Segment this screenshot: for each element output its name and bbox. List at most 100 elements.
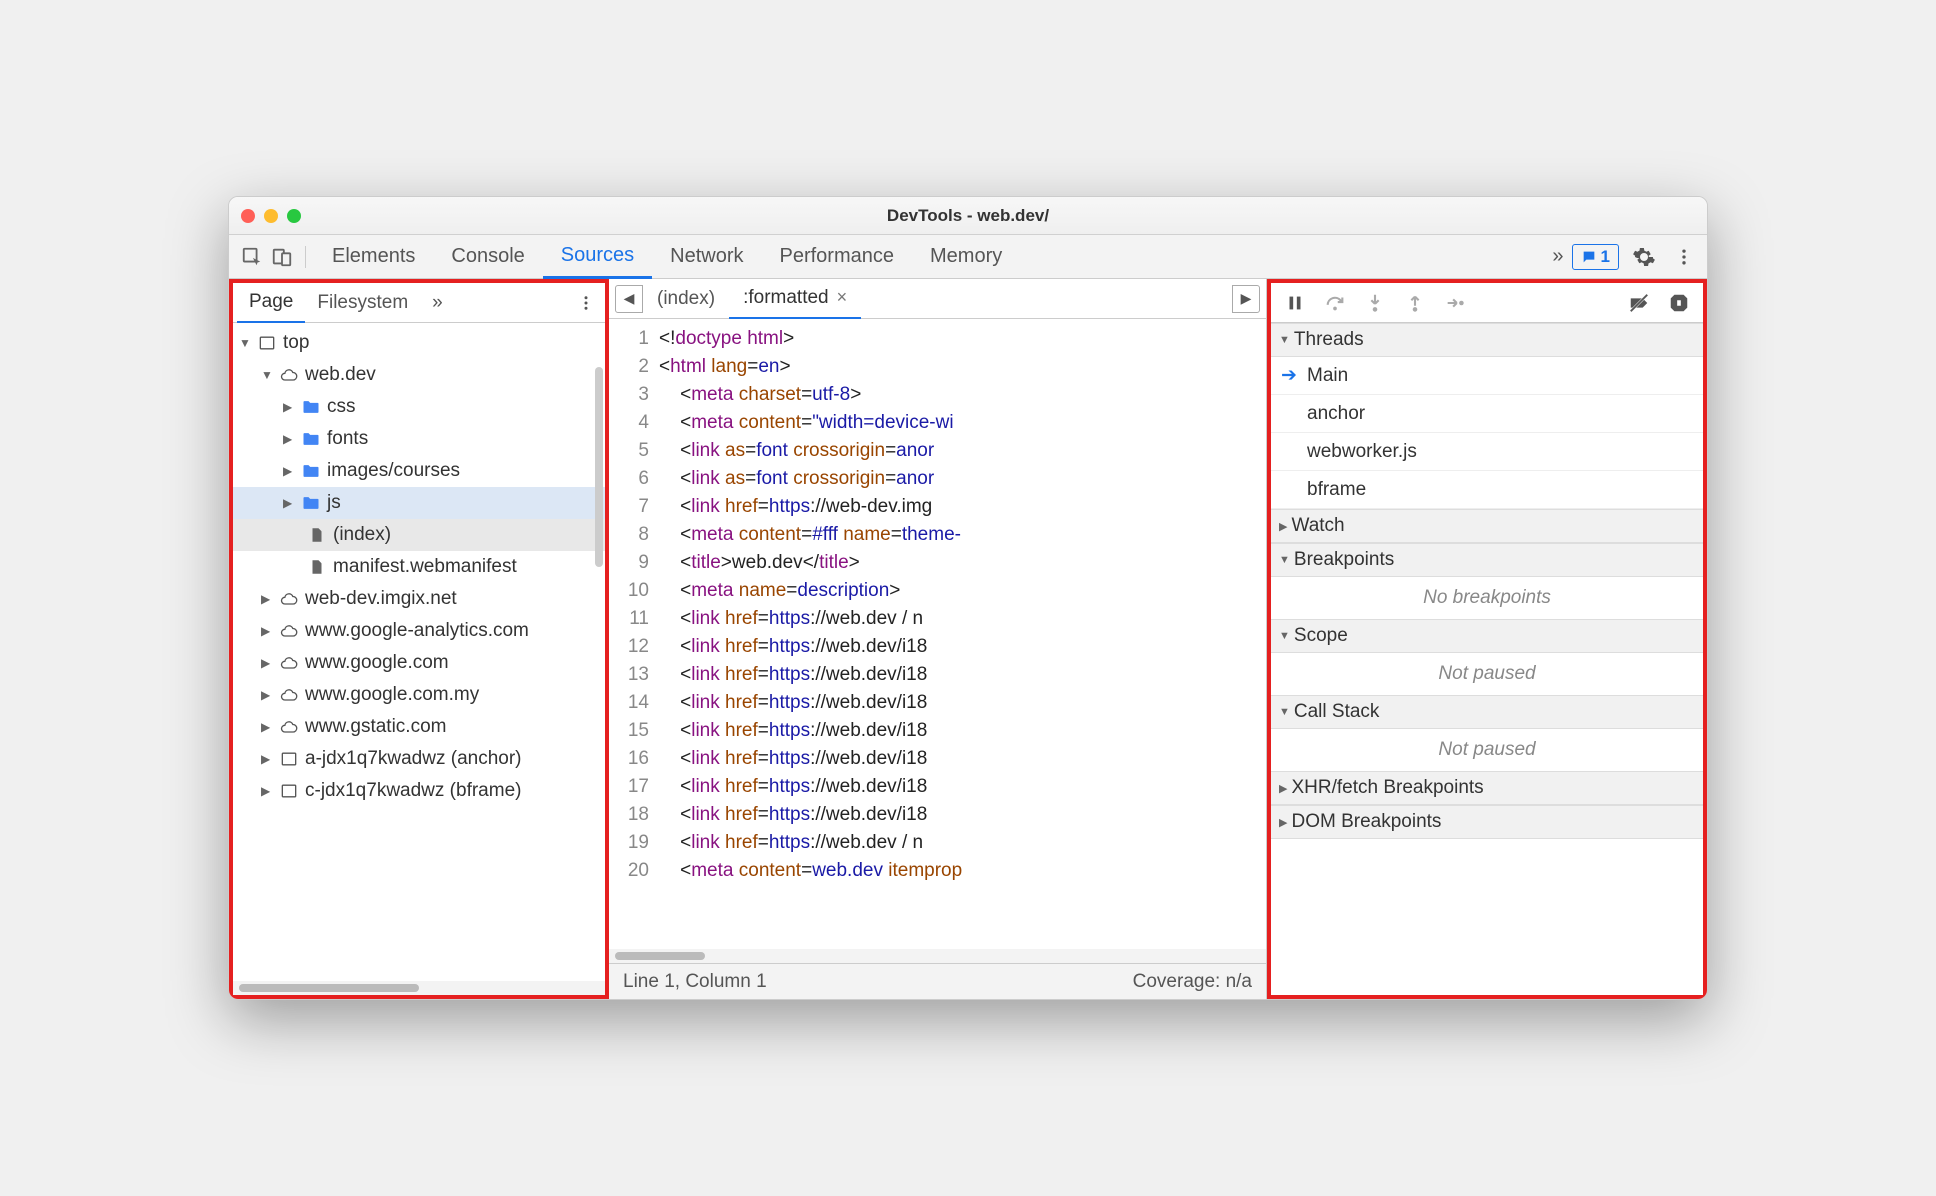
debugger-toolbar	[1271, 283, 1703, 323]
panel-tab-console[interactable]: Console	[433, 235, 542, 279]
frame-icon	[277, 749, 301, 769]
tree-item[interactable]: ▶js	[233, 487, 605, 519]
titlebar: DevTools - web.dev/	[229, 197, 1707, 235]
file-icon	[305, 525, 329, 545]
separator	[305, 246, 306, 268]
thread-item[interactable]: anchor	[1271, 395, 1703, 433]
cloud-icon	[277, 685, 301, 705]
debugger-sections: ▼Threads➔Mainanchorwebworker.jsbframe▶Wa…	[1271, 323, 1703, 839]
cloud-icon	[277, 589, 301, 609]
navigator-kebab-icon[interactable]	[571, 288, 601, 318]
cursor-position: Line 1, Column 1	[623, 971, 767, 993]
close-tab-icon[interactable]: ×	[837, 287, 848, 308]
nav-tab-filesystem[interactable]: Filesystem	[305, 283, 420, 323]
editor-tab[interactable]: :formatted×	[729, 279, 861, 319]
editor-hscroll[interactable]	[609, 949, 1266, 963]
folder-icon	[299, 493, 323, 513]
tree-item[interactable]: ▶css	[233, 391, 605, 423]
panel-tab-performance[interactable]: Performance	[762, 235, 913, 279]
prev-file-button[interactable]: ◀	[615, 285, 643, 313]
messages-count: 1	[1601, 247, 1610, 267]
tree-item-label: fonts	[327, 428, 368, 450]
zoom-window-button[interactable]	[287, 209, 301, 223]
folder-icon	[299, 461, 323, 481]
line-gutter: 1234567891011121314151617181920	[609, 319, 659, 949]
debugger-panel: ▼Threads➔Mainanchorwebworker.jsbframe▶Wa…	[1267, 279, 1707, 999]
section-header[interactable]: ▶XHR/fetch Breakpoints	[1271, 771, 1703, 805]
navigator-tabs: PageFilesystem »	[233, 283, 605, 323]
step-over-icon[interactable]	[1321, 289, 1349, 317]
editor-statusbar: Line 1, Column 1 Coverage: n/a	[609, 963, 1266, 999]
frame-icon	[277, 781, 301, 801]
tree-item[interactable]: ▼top	[233, 327, 605, 359]
code-editor[interactable]: 1234567891011121314151617181920 <!doctyp…	[609, 319, 1266, 949]
tree-scrollbar[interactable]	[595, 367, 603, 567]
section-header[interactable]: ▶DOM Breakpoints	[1271, 805, 1703, 839]
step-into-icon[interactable]	[1361, 289, 1389, 317]
tree-item-label: web.dev	[305, 364, 376, 386]
tree-item[interactable]: ▶www.gstatic.com	[233, 711, 605, 743]
thread-item[interactable]: ➔Main	[1271, 357, 1703, 395]
section-header[interactable]: ▼Breakpoints	[1271, 543, 1703, 577]
tree-item[interactable]: ▼web.dev	[233, 359, 605, 391]
panel-tab-network[interactable]: Network	[652, 235, 761, 279]
code-content[interactable]: <!doctype html><html lang=en> <meta char…	[659, 319, 1266, 949]
editor-tabs: ◀ (index):formatted× ▶	[609, 279, 1266, 319]
next-file-button[interactable]: ▶	[1232, 285, 1260, 313]
messages-badge[interactable]: 1	[1572, 244, 1619, 270]
navigator-panel: PageFilesystem » ▼top▼web.dev▶css▶fonts▶…	[229, 279, 609, 999]
tree-item[interactable]: ▶web-dev.imgix.net	[233, 583, 605, 615]
tree-item-label: a-jdx1q7kwadwz (anchor)	[305, 748, 522, 770]
tree-item[interactable]: (index)	[233, 519, 605, 551]
deactivate-breakpoints-icon[interactable]	[1625, 289, 1653, 317]
nav-tab-page[interactable]: Page	[237, 283, 305, 323]
tree-item-label: www.google.com	[305, 652, 449, 674]
thread-item[interactable]: webworker.js	[1271, 433, 1703, 471]
tree-item-label: (index)	[333, 524, 391, 546]
tree-item-label: www.google-analytics.com	[305, 620, 529, 642]
pause-icon[interactable]	[1281, 289, 1309, 317]
tree-item[interactable]: ▶www.google.com.my	[233, 679, 605, 711]
close-window-button[interactable]	[241, 209, 255, 223]
tree-item-label: www.gstatic.com	[305, 716, 446, 738]
tree-item[interactable]: manifest.webmanifest	[233, 551, 605, 583]
settings-gear-icon[interactable]	[1629, 242, 1659, 272]
pause-on-exceptions-icon[interactable]	[1665, 289, 1693, 317]
cloud-icon	[277, 621, 301, 641]
tree-item[interactable]: ▶images/courses	[233, 455, 605, 487]
tree-hscroll[interactable]	[233, 981, 605, 995]
tree-item-label: js	[327, 492, 341, 514]
device-toggle-icon[interactable]	[267, 242, 297, 272]
kebab-menu-icon[interactable]	[1669, 242, 1699, 272]
navigator-tabs-overflow[interactable]: »	[420, 283, 455, 323]
step-out-icon[interactable]	[1401, 289, 1429, 317]
editor-panel: ◀ (index):formatted× ▶ 12345678910111213…	[609, 279, 1267, 999]
tree-item[interactable]: ▶www.google.com	[233, 647, 605, 679]
tabs-overflow-button[interactable]: »	[1544, 235, 1571, 279]
panel-tab-memory[interactable]: Memory	[912, 235, 1020, 279]
folder-icon	[299, 397, 323, 417]
tree-item[interactable]: ▶fonts	[233, 423, 605, 455]
section-header[interactable]: ▼Call Stack	[1271, 695, 1703, 729]
tree-item-label: www.google.com.my	[305, 684, 479, 706]
section-header[interactable]: ▼Threads	[1271, 323, 1703, 357]
panel-tabs: ElementsConsoleSourcesNetworkPerformance…	[314, 235, 1544, 279]
tree-item-label: manifest.webmanifest	[333, 556, 517, 578]
traffic-lights	[241, 209, 301, 223]
section-header[interactable]: ▼Scope	[1271, 619, 1703, 653]
section-header[interactable]: ▶Watch	[1271, 509, 1703, 543]
tree-item[interactable]: ▶www.google-analytics.com	[233, 615, 605, 647]
step-icon[interactable]	[1441, 289, 1469, 317]
panel-tab-sources[interactable]: Sources	[543, 235, 652, 279]
tree-item[interactable]: ▶a-jdx1q7kwadwz (anchor)	[233, 743, 605, 775]
minimize-window-button[interactable]	[264, 209, 278, 223]
coverage-status: Coverage: n/a	[1133, 971, 1252, 993]
file-tree[interactable]: ▼top▼web.dev▶css▶fonts▶images/courses▶js…	[233, 323, 605, 981]
inspect-element-icon[interactable]	[237, 242, 267, 272]
panel-tab-elements[interactable]: Elements	[314, 235, 433, 279]
tree-item[interactable]: ▶c-jdx1q7kwadwz (bframe)	[233, 775, 605, 807]
thread-item[interactable]: bframe	[1271, 471, 1703, 509]
main-toolbar: ElementsConsoleSourcesNetworkPerformance…	[229, 235, 1707, 279]
folder-icon	[299, 429, 323, 449]
editor-tab[interactable]: (index)	[643, 279, 729, 319]
